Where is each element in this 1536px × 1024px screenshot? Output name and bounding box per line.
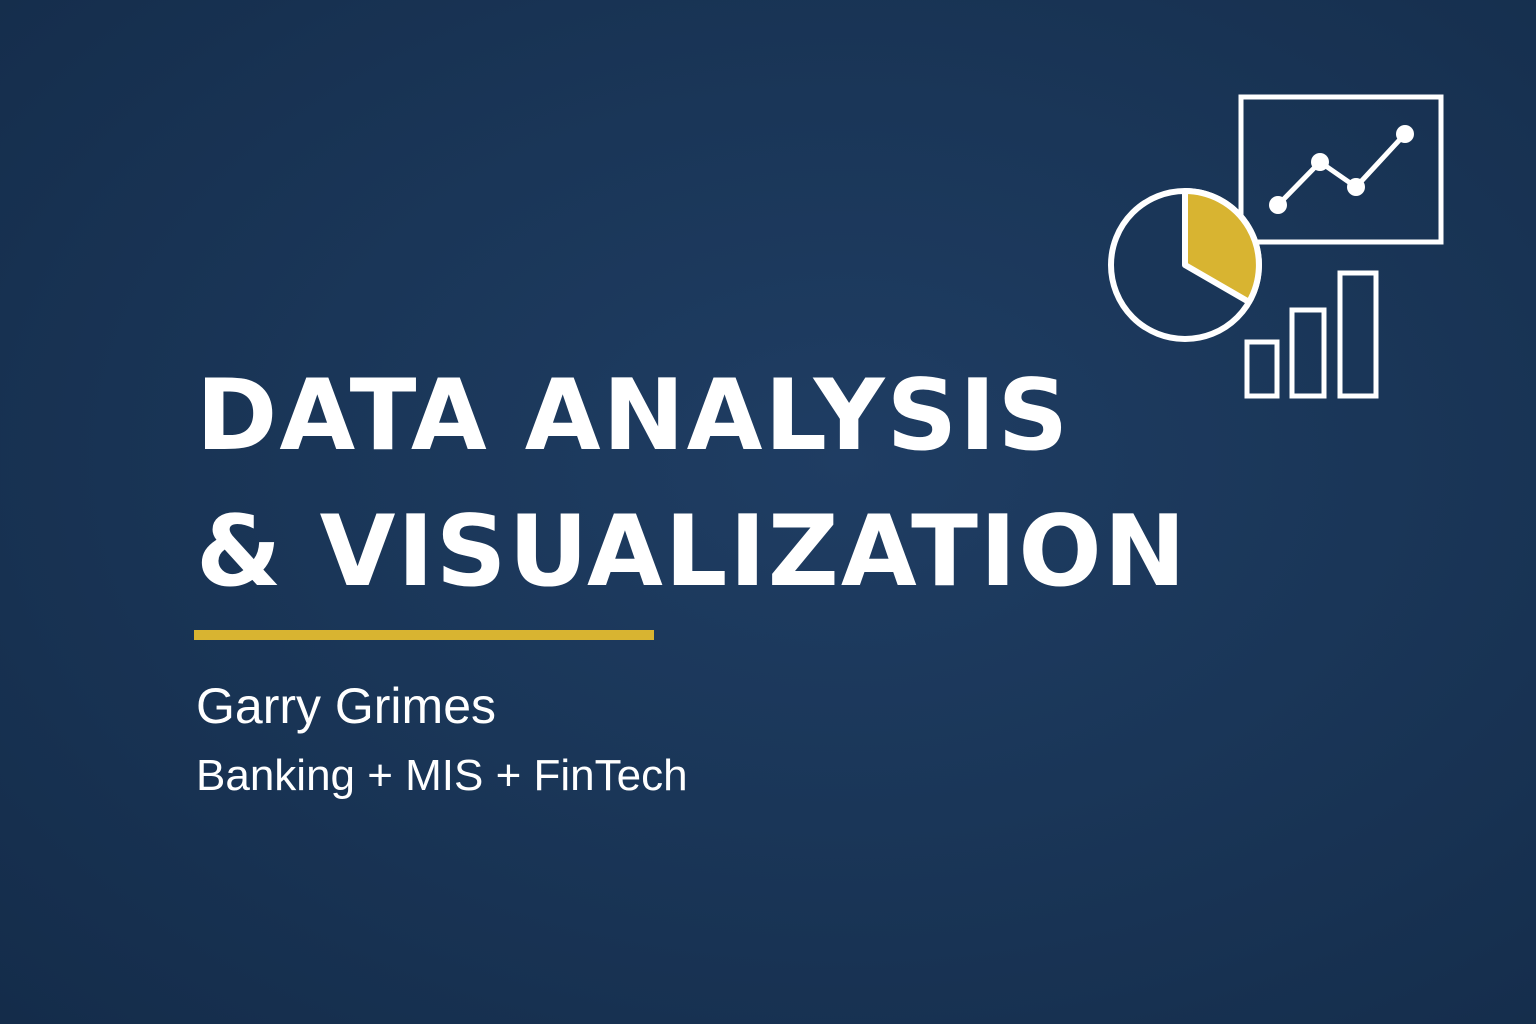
tagline: Banking + MIS + FinTech	[196, 751, 688, 800]
page-title: DATA ANALYSIS & VISUALIZATION	[196, 348, 1188, 620]
title-line-1: DATA ANALYSIS	[196, 359, 1071, 473]
accent-divider	[194, 630, 654, 640]
bar-chart-icon	[1244, 270, 1379, 399]
pie-chart-icon	[1108, 188, 1262, 342]
title-line-2: & VISUALIZATION	[196, 495, 1188, 609]
author-name: Garry Grimes	[196, 678, 496, 734]
line-chart-icon	[1238, 94, 1444, 245]
